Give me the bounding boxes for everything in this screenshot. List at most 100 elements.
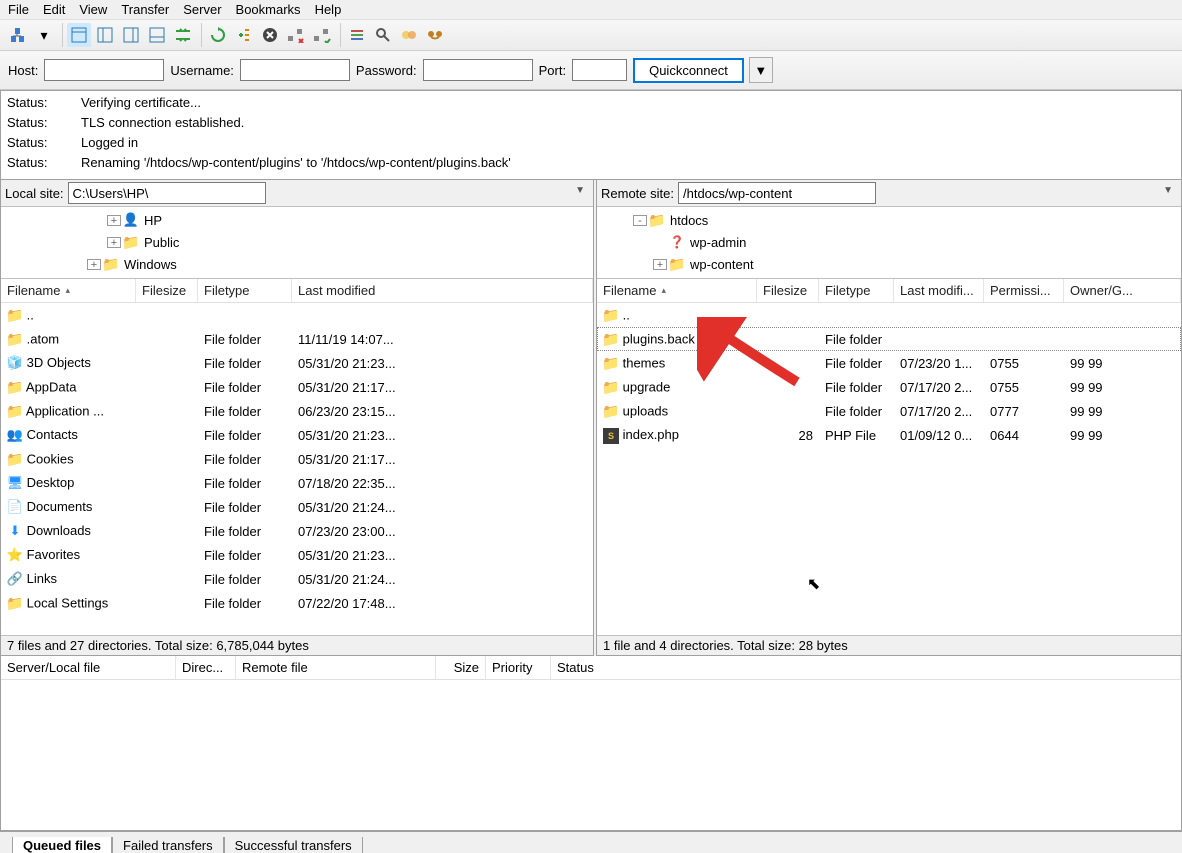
toggle-queue-icon[interactable]	[145, 23, 169, 47]
remote-col-filename[interactable]: Filename	[597, 279, 757, 302]
tab-successful-transfers[interactable]: Successful transfers	[224, 837, 363, 853]
tree-toggler[interactable]: -	[633, 215, 647, 226]
remote-col-owner[interactable]: Owner/G...	[1064, 279, 1181, 302]
queue-col-size[interactable]: Size	[436, 656, 486, 679]
toggle-log-icon[interactable]	[67, 23, 91, 47]
folder-icon	[603, 307, 619, 323]
remote-col-permissions[interactable]: Permissi...	[984, 279, 1064, 302]
list-item[interactable]: index.php28PHP File01/09/12 0...064499 9…	[597, 423, 1181, 447]
folder-icon	[103, 256, 119, 272]
disconnect-icon[interactable]	[284, 23, 308, 47]
list-item[interactable]: DocumentsFile folder05/31/20 21:24...	[1, 495, 593, 519]
menu-help[interactable]: Help	[315, 2, 342, 17]
queue-col-status[interactable]: Status	[551, 656, 1181, 679]
sitemanager-icon[interactable]	[6, 23, 30, 47]
tree-toggler[interactable]: +	[87, 259, 101, 270]
tab-queued-files[interactable]: Queued files	[12, 837, 112, 853]
search-icon[interactable]	[371, 23, 395, 47]
list-item[interactable]: ContactsFile folder05/31/20 21:23...	[1, 423, 593, 447]
reconnect-icon[interactable]	[310, 23, 334, 47]
queue-col-server[interactable]: Server/Local file	[1, 656, 176, 679]
list-item[interactable]: FavoritesFile folder05/31/20 21:23...	[1, 543, 593, 567]
cancel-icon[interactable]	[258, 23, 282, 47]
menu-file[interactable]: File	[8, 2, 29, 17]
tree-item[interactable]: +HP	[1, 209, 593, 231]
list-item[interactable]: Application ...File folder06/23/20 23:15…	[1, 399, 593, 423]
tree-toggler[interactable]: +	[107, 215, 121, 226]
remote-file-list[interactable]: Filename Filesize Filetype Last modifi..…	[597, 279, 1181, 635]
process-queue-icon[interactable]	[232, 23, 256, 47]
list-item[interactable]: CookiesFile folder05/31/20 21:17...	[1, 447, 593, 471]
queue-col-remote[interactable]: Remote file	[236, 656, 436, 679]
remote-path-input[interactable]	[678, 182, 876, 204]
compare-icon[interactable]	[397, 23, 421, 47]
queue-col-priority[interactable]: Priority	[486, 656, 551, 679]
username-input[interactable]	[240, 59, 350, 81]
toolbar-dropdown-icon[interactable]: ▾	[32, 23, 56, 47]
local-col-modified[interactable]: Last modified	[292, 279, 593, 302]
remote-tree[interactable]: -htdocs wp-admin +wp-content	[597, 207, 1181, 279]
list-item[interactable]: Local SettingsFile folder07/22/20 17:48.…	[1, 591, 593, 615]
find-icon[interactable]	[423, 23, 447, 47]
log-line: Status:Verifying certificate...	[7, 93, 1175, 113]
local-tree[interactable]: +HP+Public+Windows	[1, 207, 593, 279]
list-item[interactable]: 3D ObjectsFile folder05/31/20 21:23...	[1, 351, 593, 375]
desk-icon	[7, 475, 23, 491]
tree-toggler[interactable]: +	[107, 237, 121, 248]
toggle-remote-tree-icon[interactable]	[119, 23, 143, 47]
quickconnect-bar: Host: Username: Password: Port: Quickcon…	[0, 51, 1182, 90]
folder-icon	[7, 307, 23, 323]
sync-browse-icon[interactable]	[171, 23, 195, 47]
list-item[interactable]: AppDataFile folder05/31/20 21:17...	[1, 375, 593, 399]
local-file-list[interactable]: Filename Filesize Filetype Last modified…	[1, 279, 593, 635]
local-col-filesize[interactable]: Filesize	[136, 279, 198, 302]
tree-item[interactable]: wp-admin	[597, 231, 1181, 253]
local-col-filename[interactable]: Filename	[1, 279, 136, 302]
menu-view[interactable]: View	[79, 2, 107, 17]
tree-item-label: Public	[144, 235, 179, 250]
list-item[interactable]: upgradeFile folder07/17/20 2...075599 99	[597, 375, 1181, 399]
filter-icon[interactable]	[345, 23, 369, 47]
list-item[interactable]: uploadsFile folder07/17/20 2...077799 99	[597, 399, 1181, 423]
queue-col-direction[interactable]: Direc...	[176, 656, 236, 679]
port-input[interactable]	[572, 59, 627, 81]
transfer-queue[interactable]: Server/Local file Direc... Remote file S…	[0, 656, 1182, 831]
remote-col-filesize[interactable]: Filesize	[757, 279, 819, 302]
menu-transfer[interactable]: Transfer	[121, 2, 169, 17]
list-item[interactable]: DownloadsFile folder07/23/20 23:00...	[1, 519, 593, 543]
menu-bookmarks[interactable]: Bookmarks	[236, 2, 301, 17]
tab-failed-transfers[interactable]: Failed transfers	[112, 837, 224, 853]
list-item[interactable]: themesFile folder07/23/20 1...075599 99	[597, 351, 1181, 375]
tree-item[interactable]: +wp-content	[597, 253, 1181, 275]
folder-icon	[7, 379, 23, 395]
tree-item-label: Windows	[124, 257, 177, 272]
list-item[interactable]: DesktopFile folder07/18/20 22:35...	[1, 471, 593, 495]
host-input[interactable]	[44, 59, 164, 81]
remote-col-modified[interactable]: Last modifi...	[894, 279, 984, 302]
remote-col-filetype[interactable]: Filetype	[819, 279, 894, 302]
password-input[interactable]	[423, 59, 533, 81]
refresh-icon[interactable]	[206, 23, 230, 47]
tree-item-label: wp-admin	[690, 235, 746, 250]
tree-item[interactable]: + Windows	[1, 253, 593, 275]
toggle-local-tree-icon[interactable]	[93, 23, 117, 47]
folder-icon	[603, 403, 619, 419]
local-path-input[interactable]	[68, 182, 266, 204]
quickconnect-button[interactable]: Quickconnect	[633, 58, 744, 83]
list-item[interactable]: ..	[1, 303, 593, 327]
list-item[interactable]: ..	[597, 303, 1181, 327]
quickconnect-history-button[interactable]: ▼	[749, 57, 773, 83]
menu-edit[interactable]: Edit	[43, 2, 65, 17]
folder-icon	[7, 451, 23, 467]
list-item[interactable]: plugins.backFile folder	[597, 327, 1181, 351]
tree-item[interactable]: -htdocs	[597, 209, 1181, 231]
tree-toggler[interactable]: +	[653, 259, 667, 270]
list-item[interactable]: .atomFile folder11/11/19 14:07...	[1, 327, 593, 351]
list-item[interactable]: LinksFile folder05/31/20 21:24...	[1, 567, 593, 591]
tree-item[interactable]: + Public	[1, 231, 593, 253]
message-log[interactable]: Status:Verifying certificate...Status:TL…	[0, 90, 1182, 180]
remote-status: 1 file and 4 directories. Total size: 28…	[597, 635, 1181, 655]
folder-icon	[7, 595, 23, 611]
menu-server[interactable]: Server	[183, 2, 221, 17]
local-col-filetype[interactable]: Filetype	[198, 279, 292, 302]
